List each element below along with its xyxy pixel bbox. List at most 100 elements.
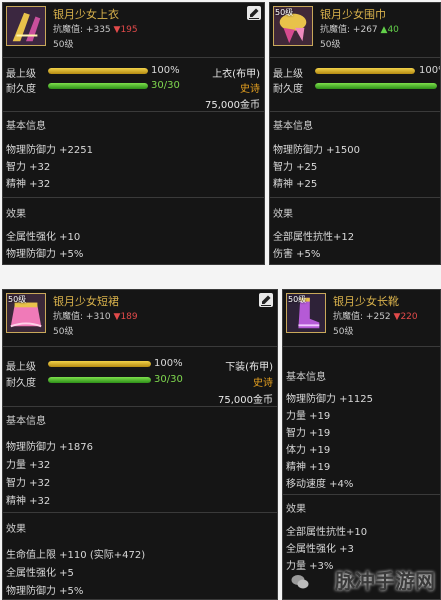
item-name: 银月少女长靴 bbox=[333, 295, 399, 308]
basic-stat: 力量 +19 bbox=[286, 411, 331, 422]
durability-value: 30/30 bbox=[154, 374, 183, 385]
max-grade-label: 最上级 bbox=[273, 69, 303, 80]
magic-resist: 抗魔值: +252 ▼220 bbox=[333, 309, 418, 322]
effect-line: 伤害 +5% bbox=[273, 249, 321, 260]
watermark: 脉冲手游网 bbox=[335, 569, 435, 593]
max-grade-value: 100% bbox=[419, 65, 440, 76]
effect-line: 全属性强化 +5 bbox=[6, 568, 74, 579]
magic-resist-label: 抗魔值: bbox=[53, 25, 84, 35]
price: 75,000金币 bbox=[205, 100, 260, 111]
level-tag: 50级 bbox=[8, 295, 27, 304]
magic-resist-value: +310 bbox=[85, 312, 111, 322]
magic-resist: 抗魔值: +335 ▼195 bbox=[53, 22, 138, 35]
magic-resist-delta: ▼220 bbox=[393, 312, 418, 322]
durability-label: 耐久度 bbox=[6, 378, 36, 389]
divider bbox=[3, 197, 264, 198]
slot-type: 下装(布甲) bbox=[225, 362, 273, 373]
max-grade-bar bbox=[48, 68, 148, 74]
effect-title: 效果 bbox=[6, 524, 26, 535]
magic-resist-value: +335 bbox=[85, 25, 111, 35]
durability-bar bbox=[315, 83, 437, 89]
magic-resist-delta: ▲40 bbox=[380, 25, 399, 35]
level-tag: 50级 bbox=[288, 295, 307, 304]
item-icon-scarf[interactable]: 50级 bbox=[273, 6, 313, 46]
effect-line: 生命值上限 +110 (实际+472) bbox=[6, 550, 146, 561]
effect-line: 物理防御力 +5% bbox=[6, 249, 84, 260]
basic-stat: 精神 +19 bbox=[286, 462, 331, 473]
divider bbox=[3, 346, 277, 347]
item-level: 50级 bbox=[320, 40, 341, 50]
max-grade-value: 100% bbox=[151, 65, 180, 76]
rarity: 史诗 bbox=[240, 84, 260, 95]
magic-resist-delta: ▼195 bbox=[113, 25, 138, 35]
basic-stat: 体力 +19 bbox=[286, 445, 331, 456]
edit-icon[interactable] bbox=[259, 293, 273, 307]
max-grade-label: 最上级 bbox=[6, 362, 36, 373]
divider bbox=[270, 197, 440, 198]
basic-stat: 精神 +32 bbox=[6, 496, 51, 507]
item-tooltip-scarf: 50级 银月少女围巾 抗魔值: +267 ▲40 50级 最上级 100% 耐久… bbox=[269, 2, 441, 265]
effect-line: 全属性强化 +10 bbox=[6, 232, 81, 243]
max-grade-bar bbox=[48, 361, 151, 367]
divider bbox=[3, 512, 277, 513]
basic-stat: 力量 +32 bbox=[6, 460, 51, 471]
max-grade-bar bbox=[315, 68, 415, 74]
rarity: 史诗 bbox=[253, 378, 273, 389]
effect-line: 全部属性抗性+12 bbox=[273, 232, 355, 243]
basic-stat: 物理防御力 +2251 bbox=[6, 145, 94, 156]
effect-line: 物理防御力 +5% bbox=[6, 586, 84, 597]
effect-line: 全属性强化 +3 bbox=[286, 544, 354, 555]
max-grade-label: 最上级 bbox=[6, 69, 36, 80]
basic-stat: 移动速度 +4% bbox=[286, 479, 354, 490]
magic-resist: 抗魔值: +267 ▲40 bbox=[320, 22, 399, 35]
item-level: 50级 bbox=[333, 327, 354, 337]
basic-info-title: 基本信息 bbox=[286, 372, 326, 383]
basic-stat: 精神 +25 bbox=[273, 179, 318, 190]
item-name: 银月少女短裙 bbox=[53, 295, 119, 308]
basic-stat: 精神 +32 bbox=[6, 179, 51, 190]
basic-stat: 物理防御力 +1500 bbox=[273, 145, 361, 156]
item-icon-skirt[interactable]: 50级 bbox=[6, 293, 46, 333]
item-level: 50级 bbox=[53, 40, 74, 50]
edit-icon[interactable] bbox=[247, 6, 261, 20]
magic-resist-delta: ▼189 bbox=[113, 312, 138, 322]
durability-bar bbox=[48, 83, 148, 89]
item-icon-top[interactable] bbox=[6, 6, 46, 46]
durability-label: 耐久度 bbox=[273, 84, 303, 95]
durability-value: 30/30 bbox=[151, 80, 180, 91]
wechat-icon bbox=[291, 575, 309, 589]
magic-resist-value: +267 bbox=[352, 25, 378, 35]
divider bbox=[3, 406, 277, 407]
divider bbox=[270, 57, 440, 58]
item-tooltip-boots: 50级 银月少女长靴 抗魔值: +252 ▼220 50级 基本信息 物理防御力… bbox=[282, 289, 441, 600]
effect-title: 效果 bbox=[6, 209, 26, 220]
basic-stat: 智力 +32 bbox=[6, 478, 51, 489]
divider bbox=[270, 111, 440, 112]
item-name: 银月少女围巾 bbox=[320, 8, 386, 21]
durability-label: 耐久度 bbox=[6, 84, 36, 95]
item-icon-boots[interactable]: 50级 bbox=[286, 293, 326, 333]
magic-resist-label: 抗魔值: bbox=[320, 25, 351, 35]
durability-bar bbox=[48, 377, 151, 383]
effect-line: 力量 +3% bbox=[286, 561, 334, 572]
price: 75,000金币 bbox=[218, 395, 273, 406]
level-tag: 50级 bbox=[275, 8, 294, 17]
basic-stat: 智力 +32 bbox=[6, 162, 51, 173]
divider bbox=[283, 346, 440, 347]
basic-info-title: 基本信息 bbox=[6, 121, 46, 132]
magic-resist: 抗魔值: +310 ▼189 bbox=[53, 309, 138, 322]
item-name: 银月少女上衣 bbox=[53, 8, 119, 21]
basic-info-title: 基本信息 bbox=[6, 416, 46, 427]
effect-title: 效果 bbox=[286, 504, 306, 515]
basic-info-title: 基本信息 bbox=[273, 121, 313, 132]
item-level: 50级 bbox=[53, 327, 74, 337]
slot-type: 上衣(布甲) bbox=[212, 69, 260, 80]
item-tooltip-skirt: 50级 银月少女短裙 抗魔值: +310 ▼189 50级 最上级 100% 耐… bbox=[2, 289, 278, 600]
max-grade-value: 100% bbox=[154, 358, 183, 369]
effect-title: 效果 bbox=[273, 209, 293, 220]
item-tooltip-top: 银月少女上衣 抗魔值: +335 ▼195 50级 最上级 100% 耐久度 3… bbox=[2, 2, 265, 265]
basic-stat: 智力 +25 bbox=[273, 162, 318, 173]
divider bbox=[3, 57, 264, 58]
top-armor-icon bbox=[7, 7, 45, 45]
magic-resist-label: 抗魔值: bbox=[333, 312, 364, 322]
